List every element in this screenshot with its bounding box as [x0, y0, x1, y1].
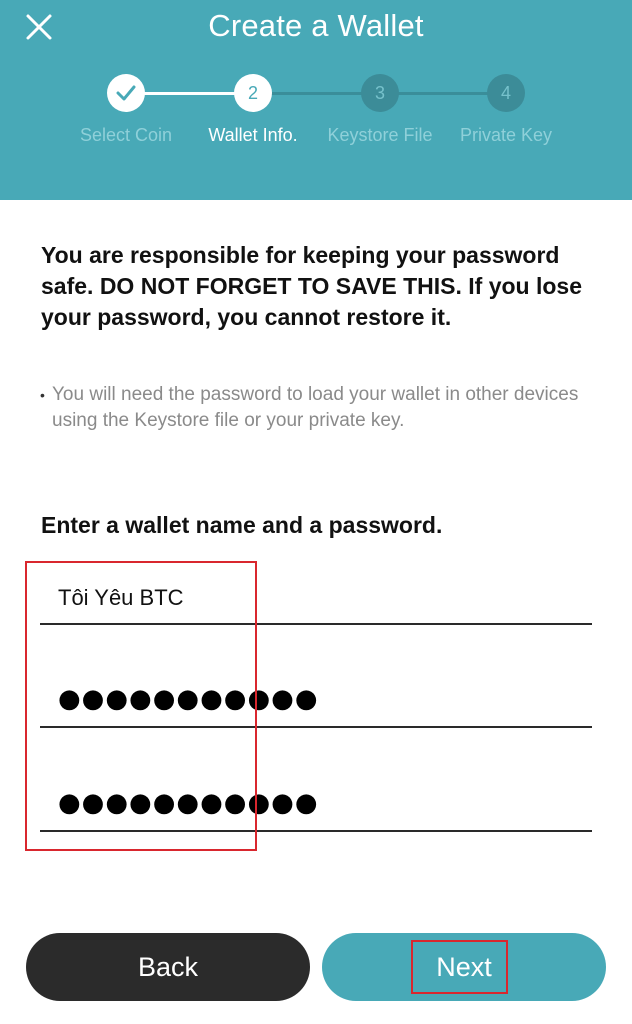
bullet-icon: • [40, 387, 45, 403]
next-highlight-box [411, 940, 508, 994]
step-3-circle: 3 [361, 74, 399, 112]
step-1-check-icon [107, 74, 145, 112]
create-wallet-screen: Create a Wallet 2 3 4 Select Coin Wallet… [0, 0, 632, 1024]
step-2-circle: 2 [234, 74, 272, 112]
password-note: • You will need the password to load you… [40, 382, 600, 434]
step-4-label: Private Key [459, 125, 553, 145]
step-4-circle: 4 [487, 74, 525, 112]
password-note-text: You will need the password to load your … [52, 384, 579, 431]
fields-highlight-box [25, 561, 257, 851]
password-warning: You are responsible for keeping your pas… [41, 242, 583, 330]
page-title: Create a Wallet [208, 8, 424, 43]
form-section-title: Enter a wallet name and a password. [41, 512, 443, 538]
header: Create a Wallet 2 3 4 Select Coin Wallet… [0, 0, 632, 200]
back-button[interactable]: Back [26, 933, 310, 1001]
